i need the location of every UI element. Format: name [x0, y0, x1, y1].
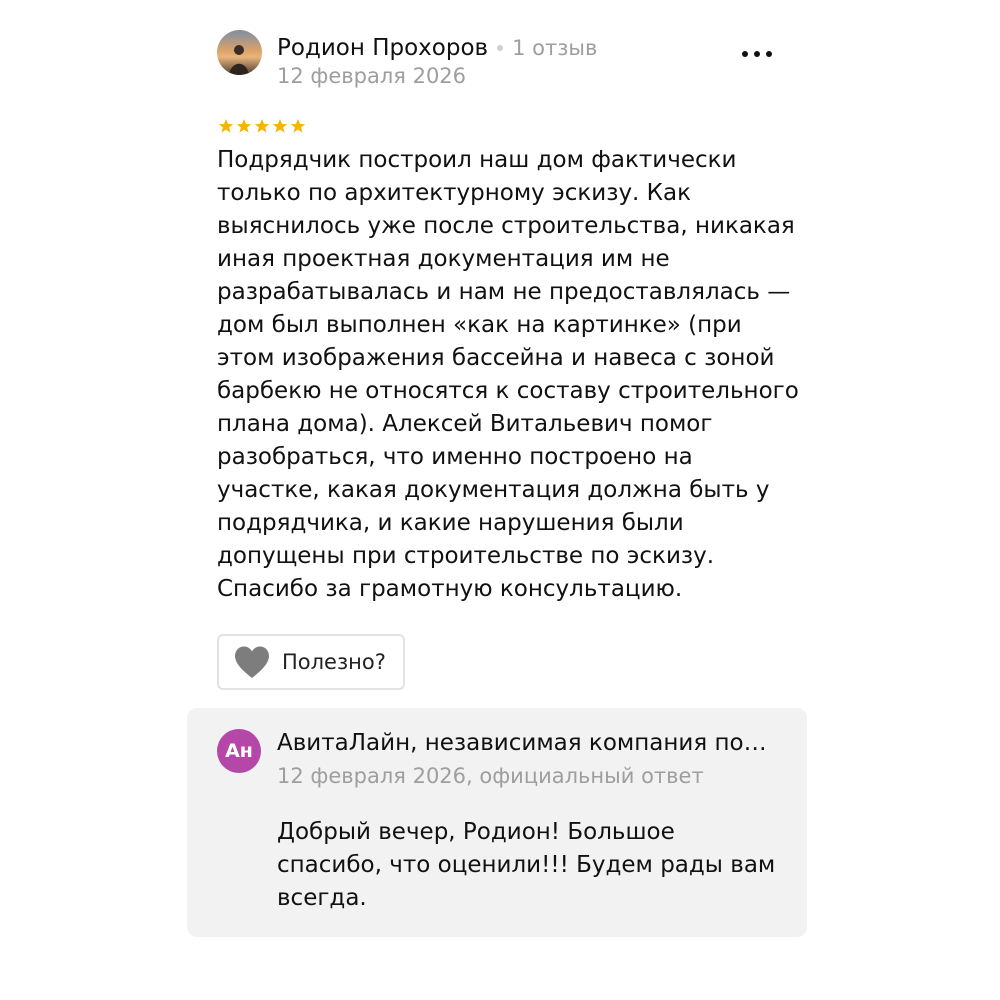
useful-button[interactable]: Полезно? [217, 634, 405, 690]
more-dot [754, 51, 760, 57]
company-reply: Ан АвитаЛайн, независимая компания по… 1… [187, 708, 807, 937]
text-line: разрабатывалась и нам не предоставлялась… [217, 279, 791, 305]
star-icon [236, 119, 252, 133]
reply-text: Добрый вечер, Родион! Большое спасибо, чт… [277, 816, 787, 915]
text-line: разобраться, что именно построено на [217, 444, 693, 470]
text-line: этом изображения бассейна и навеса с зон… [217, 345, 775, 371]
more-options-button[interactable] [735, 40, 779, 68]
star-icon [218, 119, 234, 133]
more-dot [766, 51, 772, 57]
separator-dot [497, 45, 504, 51]
text-line: барбекю не относятся к составу строитель… [217, 378, 799, 404]
heart-icon [235, 646, 269, 678]
star-icon [254, 119, 270, 133]
text-line: Спасибо за грамотную консультацию. [217, 576, 683, 602]
text-line: только по архитектурному эскизу. Как [217, 180, 691, 206]
author-avatar[interactable] [217, 30, 262, 75]
star-icon [290, 119, 306, 133]
text-line: дом был выполнен «как на картинке» (при [217, 312, 742, 338]
text-line: допущены при строительстве по эскизу. [217, 543, 715, 569]
text-line: выяснилось уже после строительства, ника… [217, 213, 795, 239]
company-name[interactable]: АвитаЛайн, независимая компания по… [277, 730, 767, 756]
text-line: Подрядчик построил наш дом фактически [217, 147, 737, 173]
review-count: 1 отзыв [512, 36, 598, 60]
author-line: Родион Прохоров 1 отзыв [277, 32, 597, 64]
company-avatar[interactable]: Ан [217, 729, 261, 773]
star-icon [272, 119, 288, 133]
reply-meta: 12 февраля 2026, официальный ответ [277, 764, 704, 788]
text-line: подрядчика, и какие нарушения были [217, 510, 684, 536]
text-line: участке, какая документация должна быть … [217, 477, 770, 503]
author-name[interactable]: Родион Прохоров [277, 35, 488, 61]
review-card: Родион Прохоров 1 отзыв 12 февраля 2026 … [0, 0, 1000, 1000]
review-text: Подрядчик построил наш дом фактически тол… [217, 144, 799, 606]
useful-label: Полезно? [282, 650, 386, 674]
text-line: плана дома). Алексей Витальевич помог [217, 411, 713, 437]
avatar-photo [217, 30, 262, 75]
text-line: спасибо, что оценили!!! Будем рады вам [277, 852, 776, 878]
text-line: Добрый вечер, Родион! Большое [277, 819, 675, 845]
more-dots-icon [742, 51, 748, 57]
star-rating [218, 118, 306, 134]
text-line: иная проектная документация им не [217, 246, 670, 272]
review-date: 12 февраля 2026 [277, 64, 467, 88]
text-line: всегда. [277, 885, 367, 911]
